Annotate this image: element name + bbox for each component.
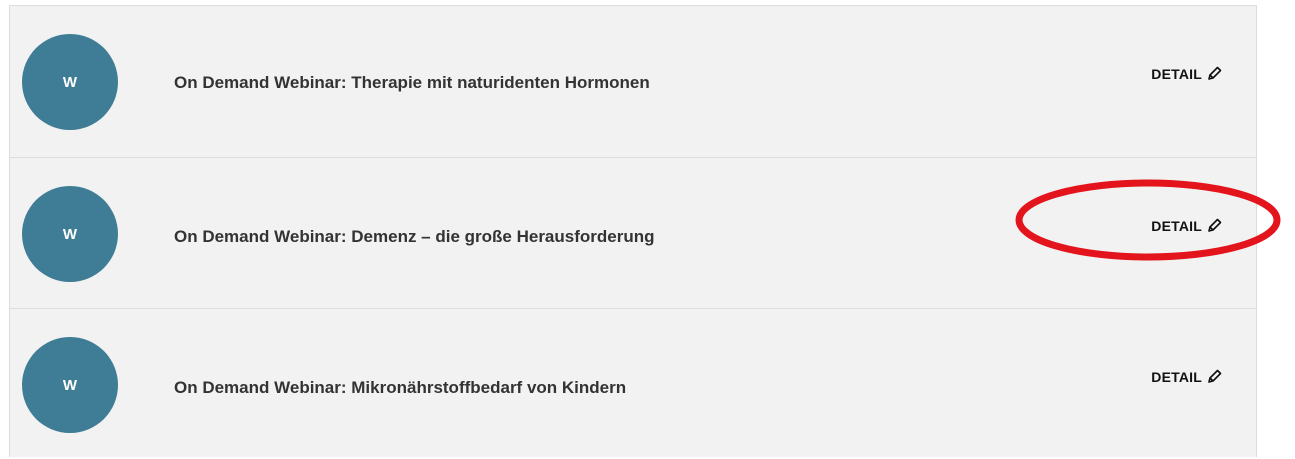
detail-label: DETAIL [1151, 368, 1202, 385]
list-item: W On Demand Webinar: Therapie mit naturi… [10, 6, 1256, 156]
webinar-title: On Demand Webinar: Demenz – die große He… [174, 227, 655, 246]
pencil-icon [1206, 65, 1223, 82]
pencil-icon [1206, 217, 1223, 234]
avatar: W [22, 186, 118, 282]
detail-link[interactable]: DETAIL [1151, 217, 1223, 234]
detail-link[interactable]: DETAIL [1151, 65, 1223, 82]
detail-link[interactable]: DETAIL [1151, 368, 1223, 385]
detail-label: DETAIL [1151, 65, 1202, 82]
avatar: W [22, 337, 118, 433]
webinar-list: W On Demand Webinar: Therapie mit naturi… [9, 5, 1257, 457]
webinar-title: On Demand Webinar: Mikronährstoffbedarf … [174, 378, 627, 397]
pencil-icon [1206, 368, 1223, 385]
webinar-title: On Demand Webinar: Therapie mit naturide… [174, 73, 650, 92]
list-item: W On Demand Webinar: Demenz – die große … [10, 157, 1256, 308]
detail-label: DETAIL [1151, 217, 1202, 234]
avatar: W [22, 34, 118, 130]
list-item: W On Demand Webinar: Mikronährstoffbedar… [10, 308, 1256, 459]
